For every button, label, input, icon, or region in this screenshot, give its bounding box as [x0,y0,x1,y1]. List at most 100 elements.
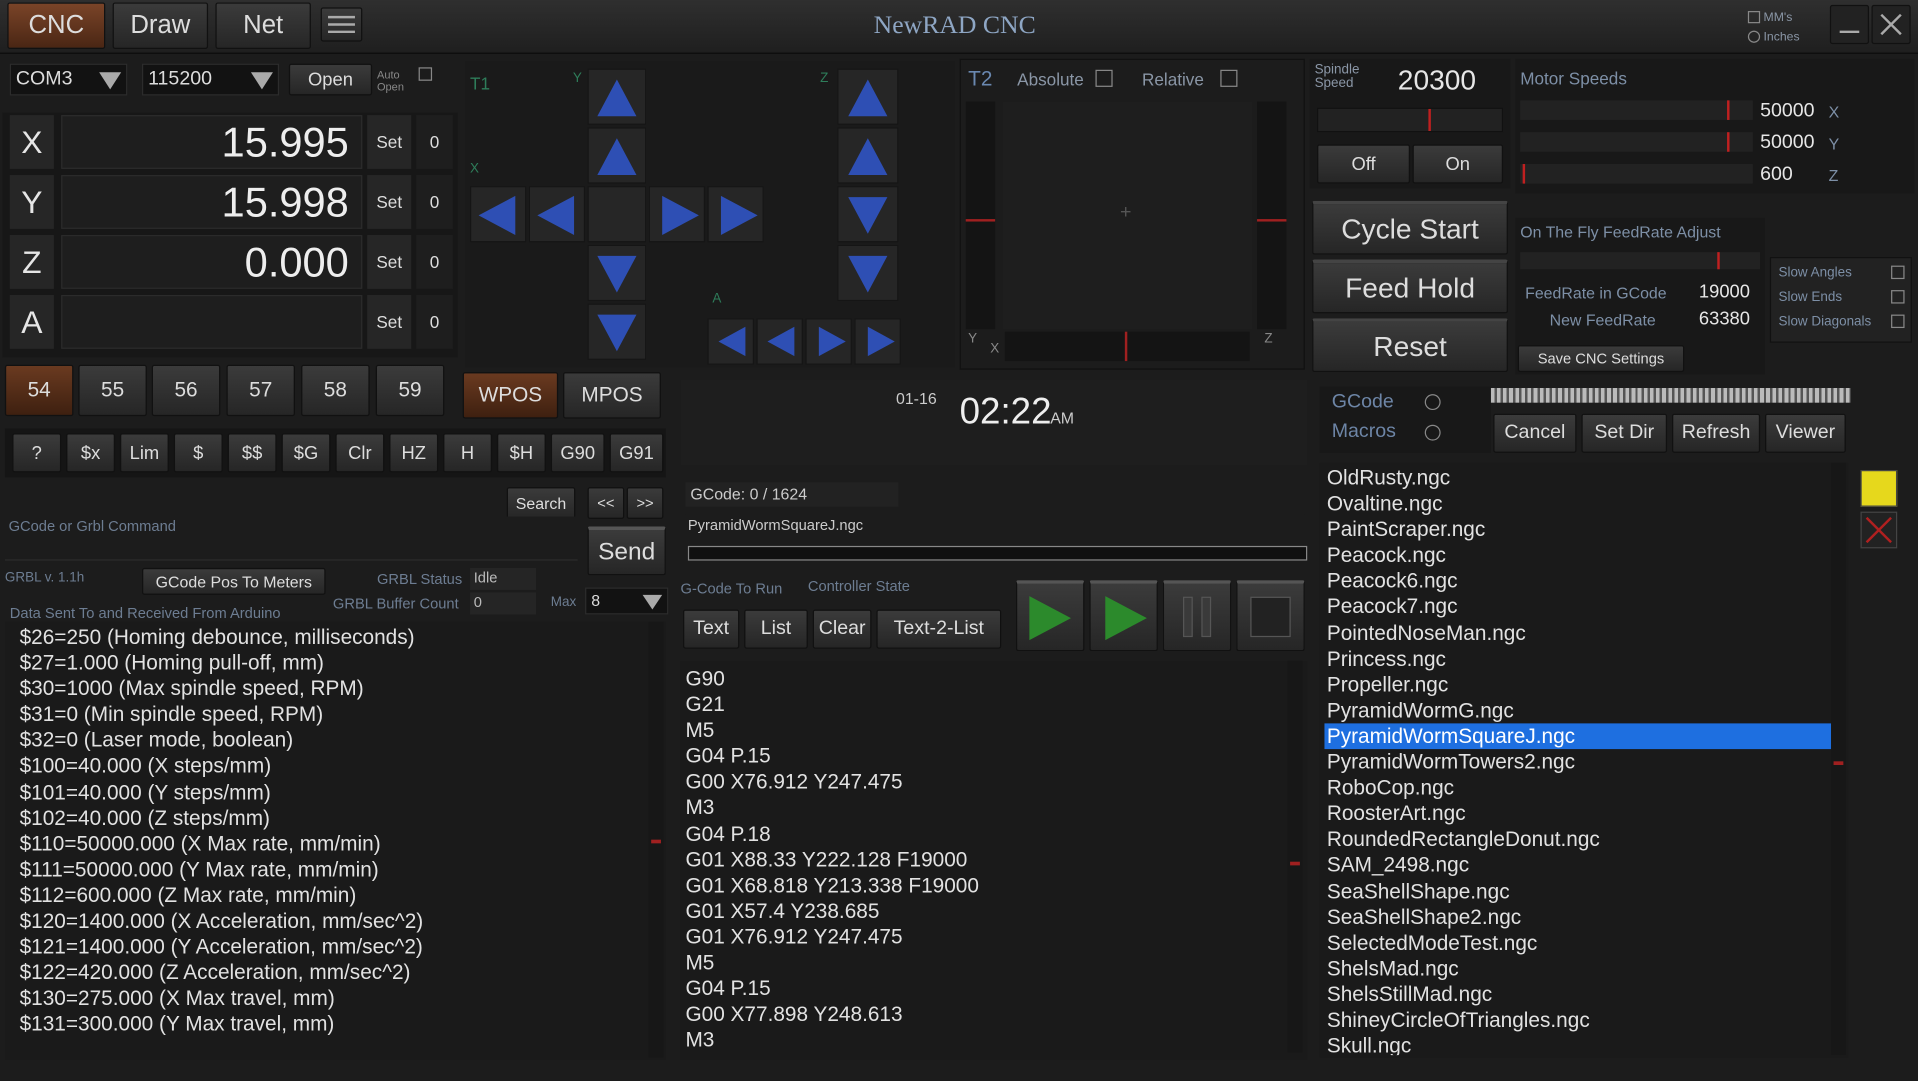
jog-a-plus-far-button[interactable] [854,318,901,365]
max-select[interactable]: 8 [585,587,669,615]
text-to-list-button[interactable]: Text-2-List [876,609,1002,649]
gcode-line[interactable]: G00 X77.898 Y248.613 [683,1001,1283,1027]
file-item[interactable]: SeaShellShape2.ngc [1324,904,1831,930]
console-scroll-thumb[interactable] [651,839,661,844]
spindle-slider[interactable] [1317,107,1504,133]
gcode-line[interactable]: G04 P.18 [683,821,1283,847]
jog-z-minus-far-button[interactable] [837,244,899,302]
console-line[interactable]: $112=600.000 (Z Max rate, mm/min) [17,882,641,908]
jog-z-plus-far-button[interactable] [837,68,899,125]
com-port-select[interactable]: COM3 [9,63,128,96]
pause-button[interactable] [1162,580,1232,652]
file-item[interactable]: SAM_2498.ngc [1324,852,1831,878]
xy-plot[interactable]: + [1002,101,1253,330]
file-item[interactable]: Skull.ngc [1324,1033,1831,1055]
jog-a-minus-far-button[interactable] [707,318,754,365]
delete-icon[interactable] [1860,511,1898,549]
jog-y-plus-button[interactable] [587,127,647,184]
console-line[interactable]: $121=1400.000 (Y Acceleration, mm/sec^2) [17,934,641,960]
console-line[interactable]: $26=250 (Homing debounce, milliseconds) [17,624,641,650]
gcode-line[interactable]: M5 [683,950,1283,976]
file-item[interactable]: Princess.ngc [1324,646,1831,672]
gcode-line[interactable]: G04 P.15 [683,743,1283,769]
console-line[interactable]: $32=0 (Laser mode, boolean) [17,728,641,754]
list-view-button[interactable]: List [744,609,808,649]
jog-a-plus-button[interactable] [805,318,852,365]
axis-a-zero[interactable]: 0 [416,294,453,349]
play-step-button[interactable] [1089,580,1158,652]
cmd-g90-button[interactable]: G90 [550,433,605,473]
spindle-off-button[interactable]: Off [1317,144,1411,184]
absolute-checkbox[interactable] [1095,69,1113,87]
gcode-line[interactable]: M3 [683,1027,1283,1053]
slow-ends-checkbox[interactable] [1891,290,1905,304]
command-input[interactable]: GCode or Grbl Command [4,516,578,561]
gcode-line[interactable]: G01 X68.818 Y213.338 F19000 [683,872,1283,898]
cmd-help-button[interactable]: $ [173,433,223,473]
file-item[interactable]: SeaShellShape.ngc [1324,878,1831,904]
cmd-h-button[interactable]: H [443,433,493,473]
file-item[interactable]: Peacock.ngc [1324,543,1831,569]
file-item[interactable]: RoosterArt.ngc [1324,801,1831,827]
gcode-radio-icon[interactable] [1424,394,1441,411]
next-command-button[interactable]: >> [626,487,664,519]
axis-z-zero[interactable]: 0 [416,235,453,289]
file-item[interactable]: PyramidWormG.ngc [1324,697,1831,723]
console-line[interactable]: $111=50000.000 (Y Max rate, mm/min) [17,857,641,883]
console-line[interactable]: $30=1000 (Max spindle speed, RPM) [17,676,641,702]
file-item[interactable]: ShelsMad.ngc [1324,956,1831,982]
close-icon[interactable] [1871,4,1911,45]
file-item[interactable]: RoundedRectangleDonut.ngc [1324,827,1831,853]
motor-y-thumb[interactable] [1727,132,1730,152]
axis-a-set-button[interactable]: Set [367,294,412,349]
file-scrollbar[interactable] [1831,462,1846,1056]
stop-button[interactable] [1236,580,1305,652]
file-item[interactable]: OldRusty.ngc [1324,465,1831,491]
console-line[interactable]: $122=420.000 (Z Acceleration, mm/sec^2) [17,960,641,986]
prev-command-button[interactable]: << [587,487,625,519]
wcs-57-button[interactable]: 57 [226,364,295,417]
send-button[interactable]: Send [587,526,666,576]
y-track[interactable] [965,101,996,330]
gcode-line[interactable]: M3 [683,795,1283,821]
gcode-line[interactable]: G21 [683,692,1283,718]
jog-y-minus-button[interactable] [587,244,647,302]
gcode-line[interactable]: G00 X76.912 Y247.475 [683,769,1283,795]
file-list[interactable]: OldRusty.ngc Ovaltine.ngc PaintScraper.ngc… [1319,462,1849,1058]
console-line[interactable]: $110=50000.000 (X Max rate, mm/min) [17,831,641,857]
gcode-line[interactable]: G01 X57.4 Y238.685 [683,898,1283,924]
file-item[interactable]: PyramidWormTowers2.ngc [1324,749,1831,775]
search-button[interactable]: Search [506,487,576,519]
console-line[interactable]: $27=1.000 (Homing pull-off, mm) [17,650,641,676]
axis-x-zero[interactable]: 0 [416,115,453,169]
z-track[interactable] [1257,101,1287,330]
feedrate-slider-thumb[interactable] [1717,252,1720,270]
cmd-hz-button[interactable]: HZ [389,433,439,473]
cancel-button[interactable]: Cancel [1493,413,1577,453]
refresh-button[interactable]: Refresh [1671,413,1761,453]
file-item[interactable]: PointedNoseMan.ngc [1324,620,1831,646]
console-line[interactable]: $130=275.000 (X Max travel, mm) [17,986,641,1012]
wpos-button[interactable]: WPOS [462,372,559,419]
motor-x-slider[interactable] [1520,100,1753,120]
wcs-56-button[interactable]: 56 [151,364,221,417]
spindle-on-button[interactable]: On [1412,144,1504,184]
file-item[interactable]: Ovaltine.ngc [1324,491,1831,517]
tab-net[interactable]: Net [215,2,311,49]
jog-x-plus-button[interactable] [648,186,706,243]
x-track[interactable] [1004,331,1250,362]
file-item[interactable]: Peacock6.ngc [1324,568,1831,594]
cmd-gstate-button[interactable]: $G [281,433,331,473]
baud-select[interactable]: 115200 [141,63,280,96]
spindle-slider-thumb[interactable] [1428,108,1431,131]
units-selector[interactable]: MM's Inches [1747,9,1800,48]
mpos-button[interactable]: MPOS [563,372,661,419]
macros-radio-icon[interactable] [1424,424,1441,441]
wcs-59-button[interactable]: 59 [375,364,445,417]
feed-hold-button[interactable]: Feed Hold [1312,259,1508,314]
reset-button[interactable]: Reset [1312,318,1508,373]
jog-y-plus-far-button[interactable] [587,68,647,125]
mms-check-icon[interactable] [1747,11,1761,24]
file-scroll-thumb[interactable] [1833,761,1844,765]
console-line[interactable]: $120=1400.000 (X Acceleration, mm/sec^2) [17,908,641,934]
